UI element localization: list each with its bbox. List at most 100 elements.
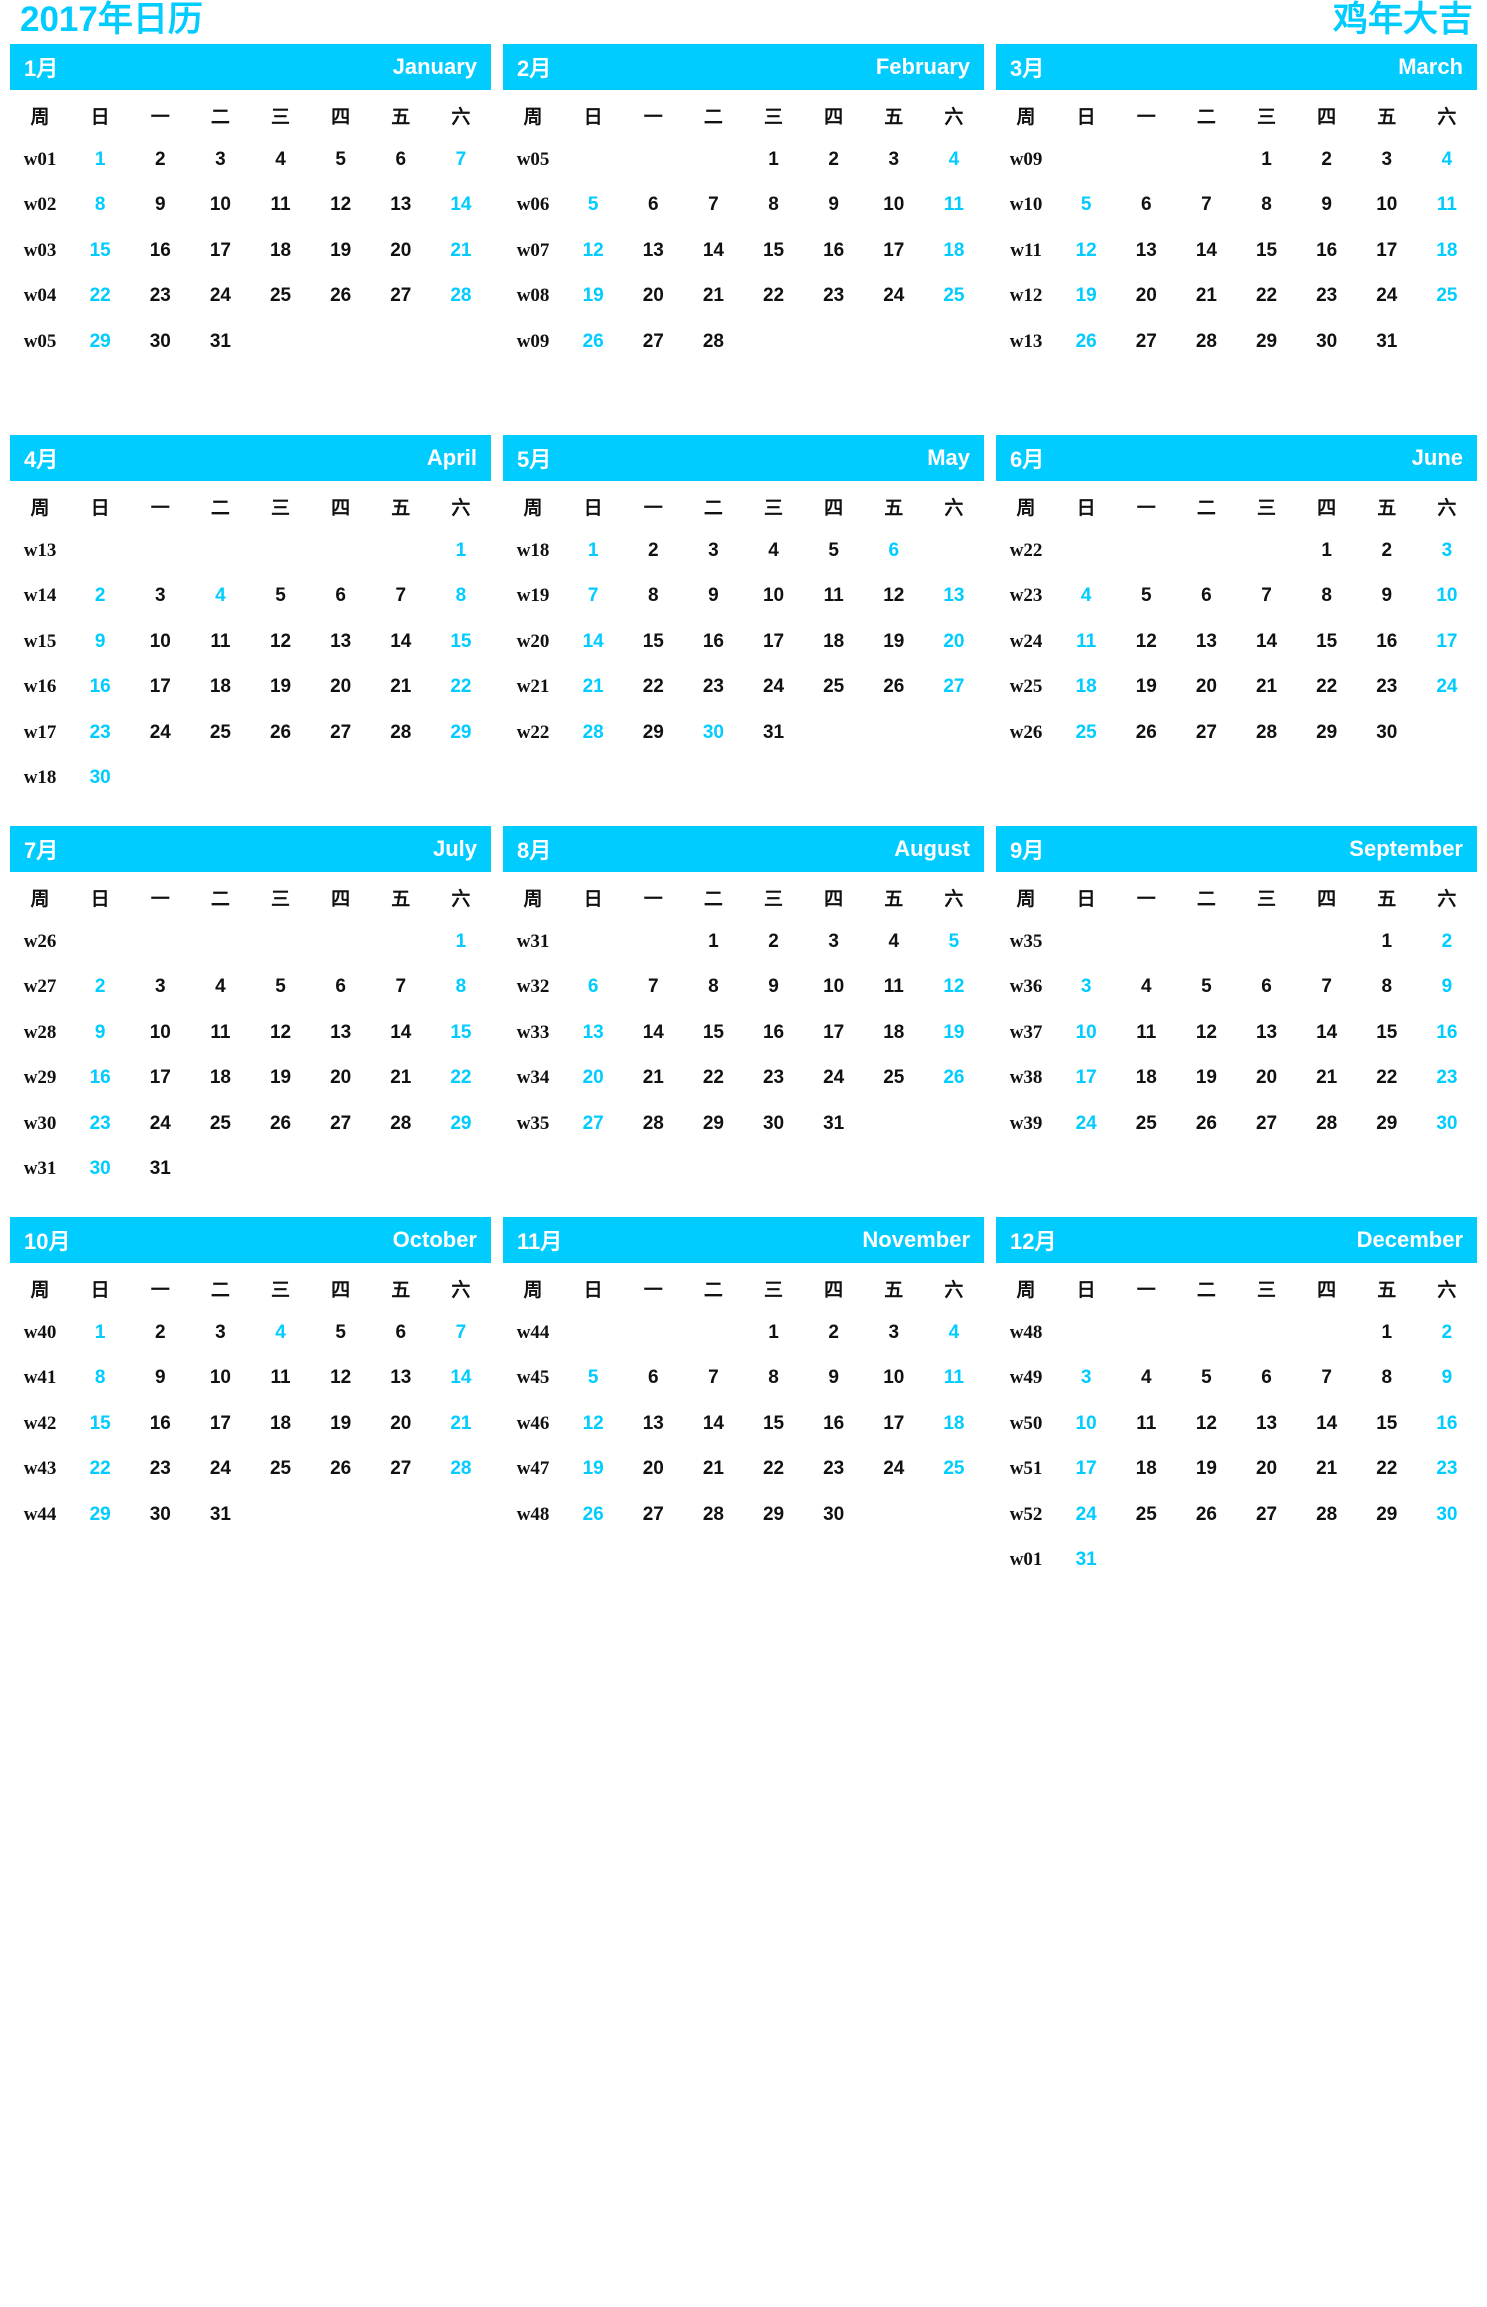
day-cell[interactable]: 9 <box>130 1356 190 1402</box>
day-cell[interactable]: 8 <box>1357 1356 1417 1402</box>
day-cell[interactable]: 24 <box>1357 274 1417 320</box>
day-cell[interactable]: 29 <box>683 1101 743 1147</box>
day-cell[interactable]: 30 <box>130 1492 190 1538</box>
day-cell[interactable]: 23 <box>744 1056 804 1102</box>
day-cell[interactable]: 26 <box>251 710 311 756</box>
day-cell[interactable]: 13 <box>563 1010 623 1056</box>
day-cell[interactable]: 24 <box>1056 1101 1116 1147</box>
day-cell[interactable]: 18 <box>864 1010 924 1056</box>
day-cell[interactable]: 18 <box>251 228 311 274</box>
day-cell[interactable]: 6 <box>311 965 371 1011</box>
day-cell[interactable]: 3 <box>804 919 864 965</box>
day-cell[interactable]: 24 <box>190 1447 250 1493</box>
day-cell[interactable]: 30 <box>744 1101 804 1147</box>
day-cell[interactable]: 25 <box>924 274 984 320</box>
day-cell[interactable]: 26 <box>563 1492 623 1538</box>
day-cell[interactable]: 2 <box>804 137 864 183</box>
day-cell[interactable]: 22 <box>1357 1056 1417 1102</box>
day-cell[interactable]: 20 <box>1237 1447 1297 1493</box>
day-cell[interactable]: 14 <box>431 183 491 229</box>
day-cell[interactable]: 16 <box>70 665 130 711</box>
day-cell[interactable]: 4 <box>251 1310 311 1356</box>
day-cell[interactable]: 12 <box>1176 1010 1236 1056</box>
day-cell[interactable]: 19 <box>251 1056 311 1102</box>
day-cell[interactable]: 4 <box>1056 574 1116 620</box>
day-cell[interactable]: 2 <box>804 1310 864 1356</box>
day-cell[interactable]: 21 <box>371 665 431 711</box>
day-cell[interactable]: 29 <box>1357 1492 1417 1538</box>
day-cell[interactable]: 7 <box>431 1310 491 1356</box>
day-cell[interactable]: 17 <box>130 1056 190 1102</box>
day-cell[interactable]: 1 <box>683 919 743 965</box>
day-cell[interactable]: 25 <box>190 1101 250 1147</box>
day-cell[interactable]: 21 <box>563 665 623 711</box>
day-cell[interactable]: 13 <box>1237 1010 1297 1056</box>
day-cell[interactable]: 9 <box>1417 965 1477 1011</box>
day-cell[interactable]: 18 <box>804 619 864 665</box>
day-cell[interactable]: 31 <box>804 1101 864 1147</box>
day-cell[interactable]: 10 <box>1056 1010 1116 1056</box>
day-cell[interactable]: 28 <box>683 319 743 365</box>
day-cell[interactable]: 1 <box>1297 528 1357 574</box>
day-cell[interactable]: 24 <box>130 710 190 756</box>
day-cell[interactable]: 14 <box>1237 619 1297 665</box>
day-cell[interactable]: 23 <box>804 1447 864 1493</box>
day-cell[interactable]: 16 <box>130 1401 190 1447</box>
day-cell[interactable]: 15 <box>683 1010 743 1056</box>
day-cell[interactable]: 26 <box>311 274 371 320</box>
day-cell[interactable]: 17 <box>804 1010 864 1056</box>
day-cell[interactable]: 19 <box>563 1447 623 1493</box>
day-cell[interactable]: 28 <box>563 710 623 756</box>
day-cell[interactable]: 19 <box>251 665 311 711</box>
day-cell[interactable]: 6 <box>1237 965 1297 1011</box>
day-cell[interactable]: 7 <box>1297 1356 1357 1402</box>
day-cell[interactable]: 13 <box>1116 228 1176 274</box>
day-cell[interactable]: 27 <box>371 274 431 320</box>
day-cell[interactable]: 22 <box>431 1056 491 1102</box>
day-cell[interactable]: 12 <box>1116 619 1176 665</box>
day-cell[interactable]: 15 <box>431 619 491 665</box>
day-cell[interactable]: 11 <box>251 183 311 229</box>
day-cell[interactable]: 30 <box>804 1492 864 1538</box>
day-cell[interactable]: 9 <box>1297 183 1357 229</box>
day-cell[interactable]: 30 <box>130 319 190 365</box>
day-cell[interactable]: 25 <box>1056 710 1116 756</box>
day-cell[interactable]: 27 <box>563 1101 623 1147</box>
day-cell[interactable]: 10 <box>864 183 924 229</box>
day-cell[interactable]: 1 <box>563 528 623 574</box>
day-cell[interactable]: 5 <box>1056 183 1116 229</box>
day-cell[interactable]: 1 <box>70 1310 130 1356</box>
day-cell[interactable]: 21 <box>683 274 743 320</box>
day-cell[interactable]: 12 <box>311 183 371 229</box>
day-cell[interactable]: 16 <box>1417 1010 1477 1056</box>
day-cell[interactable]: 28 <box>431 1447 491 1493</box>
day-cell[interactable]: 3 <box>190 1310 250 1356</box>
day-cell[interactable]: 2 <box>1357 528 1417 574</box>
day-cell[interactable]: 5 <box>311 137 371 183</box>
day-cell[interactable]: 8 <box>1357 965 1417 1011</box>
day-cell[interactable]: 27 <box>1237 1101 1297 1147</box>
day-cell[interactable]: 14 <box>683 1401 743 1447</box>
day-cell[interactable]: 23 <box>1417 1447 1477 1493</box>
day-cell[interactable]: 14 <box>1176 228 1236 274</box>
day-cell[interactable]: 23 <box>70 1101 130 1147</box>
day-cell[interactable]: 18 <box>924 228 984 274</box>
day-cell[interactable]: 3 <box>683 528 743 574</box>
day-cell[interactable]: 21 <box>623 1056 683 1102</box>
day-cell[interactable]: 15 <box>623 619 683 665</box>
day-cell[interactable]: 3 <box>864 1310 924 1356</box>
day-cell[interactable]: 31 <box>744 710 804 756</box>
day-cell[interactable]: 16 <box>804 1401 864 1447</box>
day-cell[interactable]: 12 <box>864 574 924 620</box>
day-cell[interactable]: 21 <box>431 1401 491 1447</box>
day-cell[interactable]: 19 <box>1176 1056 1236 1102</box>
day-cell[interactable]: 25 <box>804 665 864 711</box>
day-cell[interactable]: 1 <box>744 1310 804 1356</box>
day-cell[interactable]: 23 <box>1357 665 1417 711</box>
day-cell[interactable]: 22 <box>744 274 804 320</box>
day-cell[interactable]: 20 <box>924 619 984 665</box>
day-cell[interactable]: 28 <box>623 1101 683 1147</box>
day-cell[interactable]: 16 <box>804 228 864 274</box>
day-cell[interactable]: 11 <box>1116 1010 1176 1056</box>
day-cell[interactable]: 22 <box>70 1447 130 1493</box>
